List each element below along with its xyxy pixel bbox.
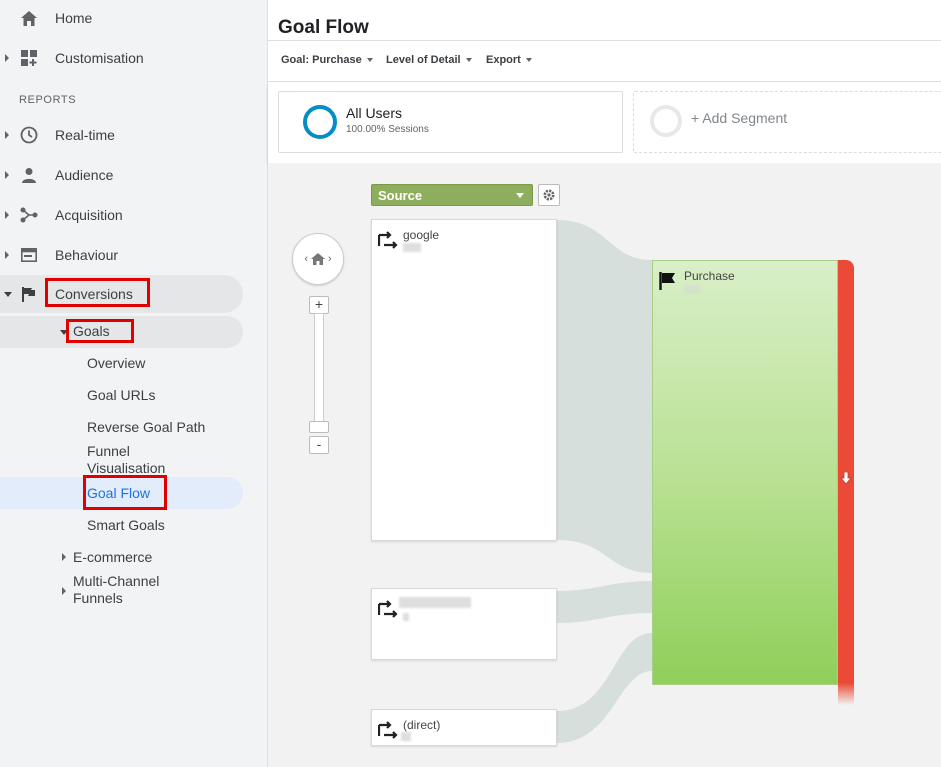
goal-flow-canvas[interactable]: ‹ › + - Source google (direct) Purchase xyxy=(268,163,941,767)
redacted-value xyxy=(401,732,411,741)
sidebar-item-label: Audience xyxy=(55,167,114,183)
chevron-down-icon xyxy=(516,193,524,198)
level-of-detail-label: Level of Detail xyxy=(386,54,461,66)
redacted-value xyxy=(684,285,700,294)
entrance-arrows-icon xyxy=(378,231,398,249)
browser-window-icon xyxy=(20,246,38,264)
zoom-slider-track[interactable] xyxy=(314,313,324,425)
zoom-in-button[interactable]: + xyxy=(309,296,329,314)
goal-flow-highlight-box xyxy=(83,475,167,510)
segment-all-users[interactable]: All Users 100.00% Sessions xyxy=(278,91,623,153)
pan-left-icon: ‹ xyxy=(304,253,308,265)
redacted-value xyxy=(403,613,409,621)
zoom-out-button[interactable]: - xyxy=(309,436,329,454)
sidebar-item-label: Behaviour xyxy=(55,247,119,263)
flow-settings-button[interactable] xyxy=(538,184,560,206)
add-segment-label: + Add Segment xyxy=(691,110,788,126)
chevron-right-icon xyxy=(5,54,9,62)
sidebar-item-ecommerce[interactable]: E-commerce xyxy=(56,541,243,573)
segment-name: All Users xyxy=(346,105,403,121)
reports-heading: REPORTS xyxy=(19,94,77,106)
source-node-direct[interactable]: (direct) xyxy=(371,709,557,746)
flag-icon xyxy=(20,285,38,303)
conversions-highlight-box xyxy=(45,278,150,307)
acquisition-icon xyxy=(20,206,38,224)
home-icon xyxy=(20,9,38,27)
chevron-down-icon xyxy=(366,58,373,62)
sidebar-item-multichannel[interactable]: Multi-Channel Funnels xyxy=(56,573,243,607)
add-segment-button[interactable]: + Add Segment xyxy=(633,91,941,153)
level-of-detail-menu[interactable]: Level of Detail xyxy=(386,54,472,66)
sidebar-item-behaviour[interactable]: Behaviour xyxy=(0,239,268,271)
sidebar-item-funnel-visualisation[interactable]: Funnel Visualisation xyxy=(87,443,165,477)
goal-selector-label: Goal: Purchase xyxy=(281,54,362,66)
chevron-right-icon xyxy=(62,553,66,561)
chevron-down-icon xyxy=(465,58,472,62)
chevron-right-icon xyxy=(5,251,9,259)
entrance-arrows-icon xyxy=(378,600,398,618)
export-label: Export xyxy=(486,54,521,66)
sidebar-item-smart-goals[interactable]: Smart Goals xyxy=(87,517,165,534)
sidebar-item-label: Acquisition xyxy=(55,207,123,223)
zoom-home-button[interactable]: ‹ › xyxy=(292,233,344,285)
source-node-google[interactable]: google xyxy=(371,219,557,541)
segment-sessions: 100.00% Sessions xyxy=(346,124,429,135)
redacted-value xyxy=(399,597,471,608)
goal-selector[interactable]: Goal: Purchase xyxy=(281,54,373,66)
sidebar-item-goal-urls[interactable]: Goal URLs xyxy=(87,387,155,404)
chevron-down-icon xyxy=(4,291,12,297)
source-node-redacted[interactable] xyxy=(371,588,557,660)
dashboard-plus-icon xyxy=(20,49,38,67)
clock-icon xyxy=(20,126,38,144)
pan-right-icon: › xyxy=(328,253,332,265)
sidebar-item-home[interactable]: Home xyxy=(0,2,268,34)
person-icon xyxy=(20,166,38,184)
sidebar-item-label: E-commerce xyxy=(73,549,153,565)
chevron-right-icon xyxy=(5,171,9,179)
chevron-right-icon xyxy=(5,131,9,139)
goal-exit-bar[interactable] xyxy=(838,260,854,705)
sidebar-item-overview[interactable]: Overview xyxy=(87,355,145,372)
segment-bar: All Users 100.00% Sessions + Add Segment xyxy=(268,83,941,163)
segment-ring-icon xyxy=(650,105,682,137)
report-toolbar: Goal: Purchase Level of Detail Export xyxy=(268,40,941,82)
home-icon xyxy=(311,253,325,265)
sidebar-item-label: Multi-Channel Funnels xyxy=(73,573,160,606)
goals-highlight-box xyxy=(66,319,134,343)
chevron-right-icon xyxy=(5,211,9,219)
dimension-select-label: Source xyxy=(378,188,423,203)
chevron-down-icon xyxy=(525,58,532,62)
analytics-app: Home Customisation REPORTS Real-time Aud… xyxy=(0,0,941,767)
sidebar-item-label: Customisation xyxy=(55,50,144,66)
entrance-arrows-icon xyxy=(378,721,398,739)
sidebar-item-customisation[interactable]: Customisation xyxy=(0,42,268,74)
source-node-label: (direct) xyxy=(403,718,441,732)
page-title: Goal Flow xyxy=(278,17,369,38)
sidebar-item-realtime[interactable]: Real-time xyxy=(0,119,268,151)
segment-ring-icon xyxy=(303,105,337,139)
sidebar-item-audience[interactable]: Audience xyxy=(0,159,268,191)
goal-node-purchase[interactable]: Purchase xyxy=(652,260,838,685)
chevron-right-icon xyxy=(62,587,66,595)
dimension-select[interactable]: Source xyxy=(371,184,533,206)
source-node-label: google xyxy=(403,228,440,242)
sidebar: Home Customisation REPORTS Real-time Aud… xyxy=(0,0,268,767)
sidebar-item-label: Real-time xyxy=(55,127,115,143)
sidebar-item-label: Home xyxy=(55,10,93,26)
sidebar-item-reverse-goal-path[interactable]: Reverse Goal Path xyxy=(87,419,205,436)
redacted-value xyxy=(403,243,421,252)
gear-icon xyxy=(543,189,555,201)
sidebar-item-acquisition[interactable]: Acquisition xyxy=(0,199,268,231)
goal-node-label: Purchase xyxy=(684,269,735,283)
exit-arrow-icon xyxy=(841,472,851,484)
flag-icon xyxy=(659,272,675,290)
zoom-slider-handle[interactable] xyxy=(309,421,329,433)
export-menu[interactable]: Export xyxy=(486,54,532,66)
